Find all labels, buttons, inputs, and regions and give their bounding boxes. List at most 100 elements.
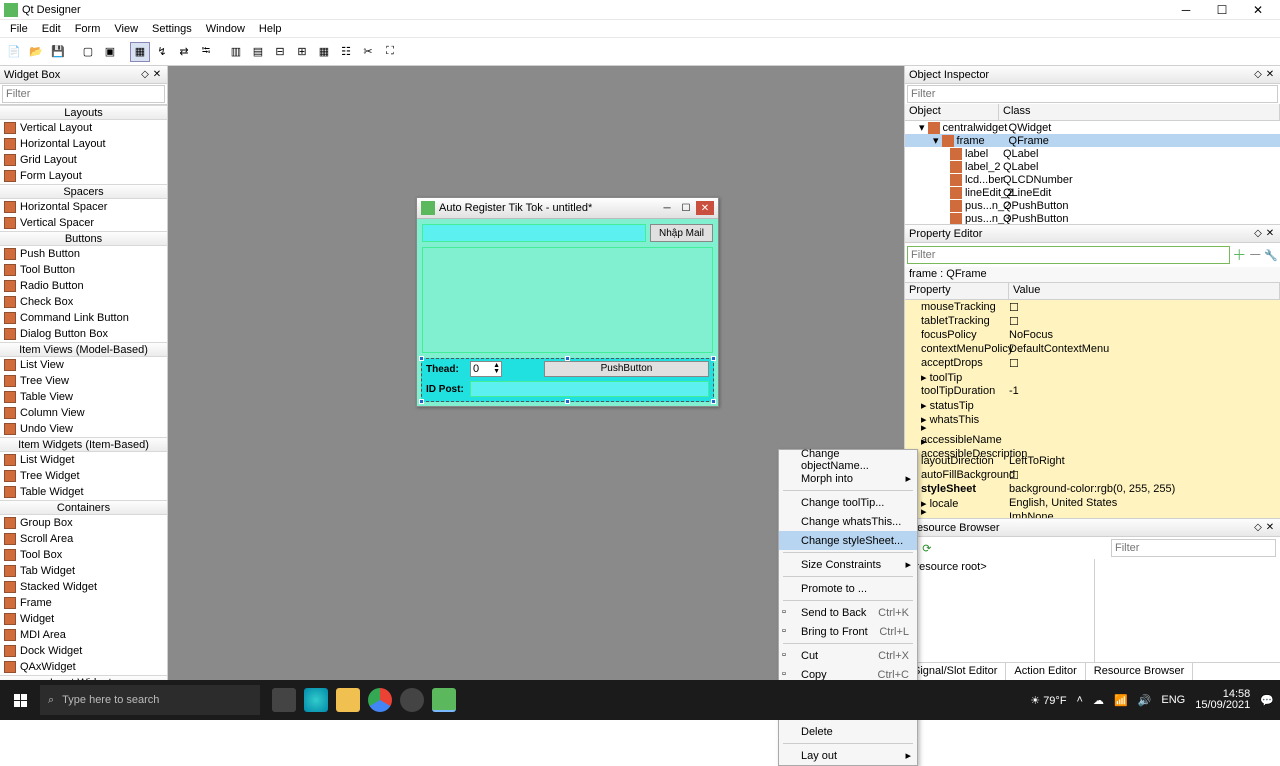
property-row[interactable]: ▸ statusTip <box>905 398 1280 412</box>
design-canvas[interactable]: Auto Register Tik Tok - untitled* ─ ☐ ✕ … <box>168 66 904 680</box>
tray-lang[interactable]: ENG <box>1161 694 1185 706</box>
context-menu-item[interactable]: Change styleSheet... <box>779 531 917 550</box>
menu-help[interactable]: Help <box>253 22 288 36</box>
context-menu-item[interactable]: ▫Send to BackCtrl+K <box>779 603 917 622</box>
dock-close-icon[interactable]: ✕ <box>151 69 163 81</box>
send-back-icon[interactable]: ▢ <box>78 42 98 62</box>
object-inspector-tree[interactable]: ▾ centralwidgetQWidget▾ frameQFramelabel… <box>905 121 1280 224</box>
layout-grid-icon[interactable]: ▦ <box>314 42 334 62</box>
layout-form-icon[interactable]: ☷ <box>336 42 356 62</box>
edit-signals-icon[interactable]: ↯ <box>152 42 172 62</box>
adjust-size-icon[interactable]: ⛶ <box>380 42 400 62</box>
pe-col-value[interactable]: Value <box>1009 283 1280 299</box>
widget-item[interactable]: Column View <box>0 405 167 421</box>
weather-widget[interactable]: ☀ 79°F <box>1030 694 1066 707</box>
edge-icon[interactable] <box>304 688 328 712</box>
layout-v-icon[interactable]: ▤ <box>248 42 268 62</box>
add-dynamic-icon[interactable]: ＋ <box>1232 245 1246 265</box>
selected-frame[interactable]: Thead: 0▲▼ PushButton ID Post: <box>421 358 714 402</box>
object-tree-row[interactable]: label_2QLabel <box>905 160 1280 173</box>
bring-front-icon[interactable]: ▣ <box>100 42 120 62</box>
widget-item[interactable]: Scroll Area <box>0 531 167 547</box>
form-window[interactable]: Auto Register Tik Tok - untitled* ─ ☐ ✕ … <box>416 197 719 407</box>
object-tree-row[interactable]: pus...n_3QPushButton <box>905 212 1280 224</box>
widget-item[interactable]: Dialog Button Box <box>0 326 167 342</box>
menu-view[interactable]: View <box>108 22 144 36</box>
start-button[interactable] <box>0 680 40 720</box>
text-area[interactable] <box>422 247 713 353</box>
form-close-button[interactable]: ✕ <box>696 201 714 215</box>
object-tree-row[interactable]: labelQLabel <box>905 147 1280 160</box>
widget-item[interactable]: Frame <box>0 595 167 611</box>
object-tree-row[interactable]: ▾ centralwidgetQWidget <box>905 121 1280 134</box>
tab-signal-slot[interactable]: Signal/Slot Editor <box>905 663 1006 680</box>
context-menu-item[interactable]: Lay out▸ <box>779 746 917 765</box>
open-icon[interactable]: 📂 <box>26 42 46 62</box>
rb-close-icon[interactable]: ✕ <box>1264 522 1276 534</box>
thread-spinbox[interactable]: 0▲▼ <box>470 361 502 377</box>
tab-action-editor[interactable]: Action Editor <box>1006 663 1085 680</box>
tray-clock[interactable]: 14:5815/09/2021 <box>1195 689 1250 711</box>
widget-box-filter[interactable] <box>2 85 165 103</box>
widget-item[interactable]: Grid Layout <box>0 152 167 168</box>
widget-item[interactable]: Form Layout <box>0 168 167 184</box>
property-editor-grid[interactable]: mouseTracking☐tabletTracking☐focusPolicy… <box>905 300 1280 518</box>
push-button[interactable]: PushButton <box>544 361 709 377</box>
oi-close-icon[interactable]: ✕ <box>1264 69 1276 81</box>
reload-resource-icon[interactable]: ⟳ <box>922 542 931 555</box>
property-row[interactable]: styleSheetbackground-color:rgb(0, 255, 2… <box>905 482 1280 496</box>
widget-item[interactable]: Tab Widget <box>0 563 167 579</box>
property-row[interactable]: focusPolicyNoFocus <box>905 328 1280 342</box>
menu-file[interactable]: File <box>4 22 34 36</box>
id-input[interactable] <box>470 381 709 397</box>
notifications-icon[interactable]: 💬 <box>1260 694 1274 707</box>
widget-item[interactable]: Tree Widget <box>0 468 167 484</box>
resource-tree[interactable]: <resource root> <box>905 559 1095 662</box>
new-icon[interactable]: 📄 <box>4 42 24 62</box>
property-row[interactable]: toolTipDuration-1 <box>905 384 1280 398</box>
object-tree-row[interactable]: lineEdit_2QLineEdit <box>905 186 1280 199</box>
explorer-icon[interactable] <box>336 688 360 712</box>
tab-resource-browser[interactable]: Resource Browser <box>1086 663 1193 680</box>
minimize-button[interactable]: ─ <box>1168 1 1204 19</box>
tray-wifi-icon[interactable]: 📶 <box>1114 694 1128 707</box>
widget-item[interactable]: Stacked Widget <box>0 579 167 595</box>
property-editor-filter[interactable] <box>907 246 1230 264</box>
dock-float-icon[interactable]: ◇ <box>139 69 151 81</box>
config-icon[interactable]: 🔧 <box>1264 249 1278 262</box>
context-menu-item[interactable]: Morph into▸ <box>779 469 917 488</box>
tray-volume-icon[interactable]: 🔊 <box>1138 694 1152 707</box>
widget-item[interactable]: Tool Button <box>0 262 167 278</box>
widget-item[interactable]: Tool Box <box>0 547 167 563</box>
widget-item[interactable]: MDI Area <box>0 627 167 643</box>
pe-float-icon[interactable]: ◇ <box>1252 228 1264 240</box>
maximize-button[interactable]: ☐ <box>1204 1 1240 19</box>
property-row[interactable]: ▸ accessibleDescription <box>905 440 1280 454</box>
property-row[interactable]: acceptDrops☐ <box>905 356 1280 370</box>
edit-tab-icon[interactable]: ⭾ <box>196 42 216 62</box>
widget-item[interactable]: Tree View <box>0 373 167 389</box>
edit-widgets-icon[interactable]: ▦ <box>130 42 150 62</box>
app-icon-1[interactable] <box>400 688 424 712</box>
object-tree-row[interactable]: ▾ frameQFrame <box>905 134 1280 147</box>
tray-cloud-icon[interactable]: ☁ <box>1093 694 1104 707</box>
pe-col-property[interactable]: Property <box>905 283 1009 299</box>
property-row[interactable]: tabletTracking☐ <box>905 314 1280 328</box>
tray-chevron-icon[interactable]: ˄ <box>1077 694 1083 706</box>
widget-item[interactable]: Horizontal Layout <box>0 136 167 152</box>
qt-designer-task-icon[interactable] <box>432 688 456 712</box>
widget-item[interactable]: List Widget <box>0 452 167 468</box>
widget-item[interactable]: Table Widget <box>0 484 167 500</box>
chrome-icon[interactable] <box>368 688 392 712</box>
property-row[interactable]: layoutDirectionLeftToRight <box>905 454 1280 468</box>
resource-browser-filter[interactable] <box>1111 539 1276 557</box>
widget-category[interactable]: Item Views (Model-Based) <box>0 342 167 357</box>
layout-hs-icon[interactable]: ⊟ <box>270 42 290 62</box>
property-row[interactable]: autoFillBackground☐ <box>905 468 1280 482</box>
widget-category[interactable]: Buttons <box>0 231 167 246</box>
widget-category[interactable]: Spacers <box>0 184 167 199</box>
property-row[interactable]: ▸ inputMethodHintsImhNone <box>905 510 1280 518</box>
menu-form[interactable]: Form <box>69 22 107 36</box>
task-view-icon[interactable] <box>272 688 296 712</box>
widget-item[interactable]: Command Link Button <box>0 310 167 326</box>
